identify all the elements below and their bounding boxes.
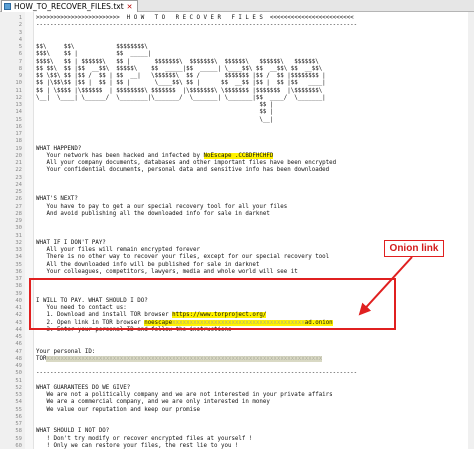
text-segment: Your confidential documents, personal da… bbox=[36, 167, 330, 174]
text-segment: All the downloaded info will be publishe… bbox=[36, 261, 260, 268]
text-segment: All your files will remain encrypted for… bbox=[36, 247, 201, 253]
text-segment: \__| \____| \______/ \________|\_______/… bbox=[36, 94, 326, 101]
text-segment: ----------------------------------------… bbox=[36, 22, 358, 29]
onion-link-callout: Onion link bbox=[384, 240, 444, 257]
tab-bar: HOW_TO_RECOVER_FILES.txt ✕ bbox=[0, 0, 474, 12]
text-segment: $$$\ $$ | $$ _____| bbox=[36, 51, 152, 58]
text-segment: Your colleagues, competitors, lawyers, m… bbox=[36, 268, 298, 275]
text-segment: WHAT HAPPEND? bbox=[36, 145, 82, 152]
text-segment: Your network has been hacked and infecte… bbox=[36, 152, 204, 159]
text-segment: $$ $$\ $$ |$$ __$$\ $$$$$\ $$ _____|$$ _… bbox=[36, 65, 323, 72]
text-segment: There is no other way to recover your fi… bbox=[36, 254, 330, 261]
tab-how-to-recover-files[interactable]: HOW_TO_RECOVER_FILES.txt ✕ bbox=[1, 0, 138, 12]
text-segment: $$ |\$$\$$ |$$ | $$ | $$ | \____$$\ $$ |… bbox=[36, 80, 326, 87]
text-segment: WHAT SHOULD I NOT DO? bbox=[36, 428, 110, 435]
text-segment: TOR bbox=[36, 355, 47, 362]
text-segment: All your company documents, databases an… bbox=[36, 160, 337, 166]
text-segment: We are not a politically company and we … bbox=[36, 392, 333, 398]
text-segment: We value our reputation and keep our pro… bbox=[36, 406, 201, 413]
text-segment: WHAT IF I DON'T PAY? bbox=[36, 239, 106, 246]
text-segment: >>>>>>>>>>>>>>>>>>>>>>>> H O W T O R E C… bbox=[36, 15, 354, 21]
text-segment: And avoid publishing all the downloaded … bbox=[36, 210, 270, 217]
vertical-scrollbar[interactable] bbox=[468, 12, 474, 449]
text-segment: ----------------------------------------… bbox=[36, 370, 358, 377]
instructions-highlight-box bbox=[29, 278, 396, 330]
text-segment: WHAT'S NEXT? bbox=[36, 196, 78, 203]
text-segment: $$\ $$\ $$$$$$$$\ bbox=[36, 44, 148, 50]
text-segment: Your personal ID: bbox=[36, 348, 96, 355]
text-segment: $$ | \$$$$ |\$$$$$$ | $$$$$$$$\ $$$$$$$ … bbox=[36, 87, 323, 94]
text-segment: WHAT GUARANTEES DO WE GIVE? bbox=[36, 384, 131, 391]
text-segment: $$ \$$\ $$ |$$ / $$ | $$ __| \$$$$$$\ $$… bbox=[36, 73, 326, 79]
text-segment: You have to pay to get a our special rec… bbox=[36, 203, 288, 210]
text-segment: \__| bbox=[36, 116, 274, 123]
text-file-icon bbox=[4, 3, 11, 10]
text-segment: $$ | bbox=[36, 102, 274, 108]
close-icon[interactable]: ✕ bbox=[127, 3, 133, 11]
text-segment: We are a commercial company, and we are … bbox=[36, 399, 270, 406]
text-segment: ! Don't try modify or recover encrypted … bbox=[36, 435, 253, 442]
text-segment: $$$$\ $$ | $$$$$$\ $$ | $$$$$$$\ $$$$$$$… bbox=[36, 58, 319, 65]
text-editor[interactable]: 1 >>>>>>>>>>>>>>>>>>>>>>>> H O W T O R E … bbox=[0, 12, 474, 449]
text-segment: $$ | bbox=[36, 109, 274, 116]
text-segment: ! Only we can restore your files, the re… bbox=[36, 442, 239, 449]
tab-title: HOW_TO_RECOVER_FILES.txt bbox=[14, 2, 124, 11]
redacted-text: xxxxxxxxxxxxxxxxxxxxxxxxxxxxxxxxxxxxxxxx… bbox=[46, 355, 323, 362]
highlighted-text: NoEscape .CCBDFHCHFD bbox=[203, 152, 274, 159]
